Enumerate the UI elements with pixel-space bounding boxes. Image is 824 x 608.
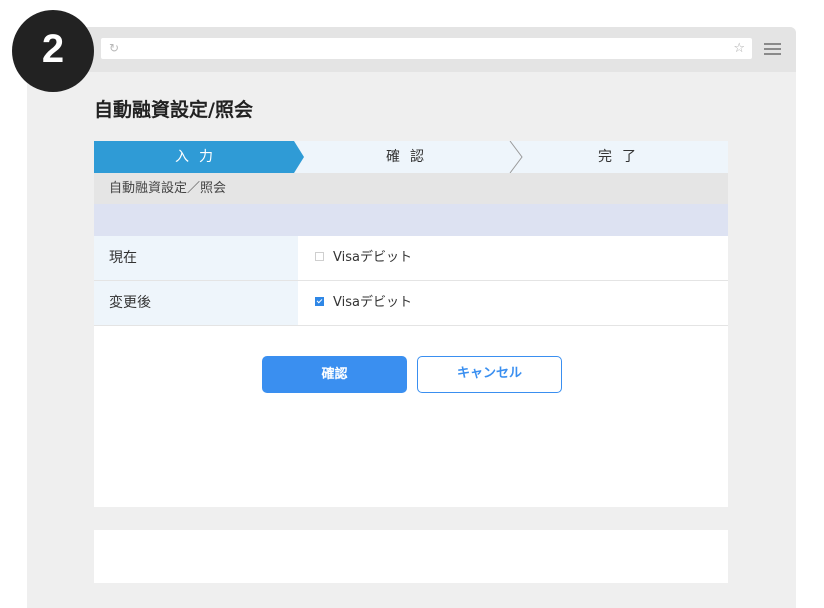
address-bar[interactable]: ↻ ☆ [101, 38, 752, 59]
row-label-after-change: 変更後 [94, 281, 298, 325]
progress-steps: 入力 確認 完了 [94, 141, 728, 173]
step-number-badge: 2 [12, 10, 94, 92]
current-option-label: Visaデビット [333, 250, 412, 265]
step-input: 入力 [175, 149, 223, 165]
footer-panel [94, 530, 728, 583]
section-subheader-bar [94, 204, 728, 236]
checkbox-current [315, 252, 324, 261]
confirm-button[interactable]: 確認 [262, 356, 407, 393]
cancel-button[interactable]: キャンセル [417, 356, 562, 393]
reload-icon[interactable]: ↻ [109, 40, 119, 57]
settings-panel: 自動融資設定／照会 現在 Visaデビット 変更後 Visaデビット 確認 キャ… [94, 173, 728, 507]
browser-toolbar: ↻ ☆ [27, 27, 796, 72]
hamburger-menu-icon[interactable] [764, 43, 781, 55]
table-row-after-change: 変更後 Visaデビット [94, 281, 728, 326]
checkbox-after-change[interactable] [315, 297, 324, 306]
table-row-current: 現在 Visaデビット [94, 236, 728, 281]
after-change-option-label[interactable]: Visaデビット [333, 295, 412, 310]
step-confirm: 確認 [386, 149, 434, 165]
row-value-current: Visaデビット [315, 236, 412, 280]
row-label-current: 現在 [94, 236, 298, 280]
bookmark-star-icon[interactable]: ☆ [733, 39, 745, 58]
page-title: 自動融資設定/照会 [94, 99, 253, 121]
step-complete: 完了 [598, 149, 646, 165]
row-value-after-change[interactable]: Visaデビット [315, 281, 412, 325]
section-header: 自動融資設定／照会 [94, 173, 728, 204]
